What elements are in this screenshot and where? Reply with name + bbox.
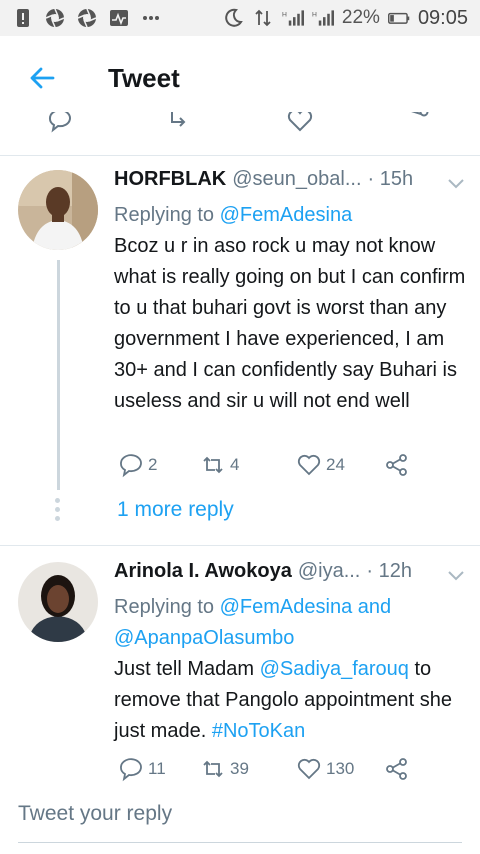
tweet-header: Arinola I. Awokoya @iya... · 12h bbox=[114, 560, 466, 590]
replying-to: Replying to @FemAdesina and @ApanpaOlasu… bbox=[114, 592, 468, 654]
divider bbox=[0, 545, 480, 546]
app-bar: Tweet bbox=[0, 36, 480, 120]
reply-icon bbox=[120, 758, 142, 782]
like-button[interactable]: 130 bbox=[296, 754, 354, 784]
battery-percentage: 22% bbox=[341, 7, 380, 28]
user-handle[interactable]: @iya... bbox=[298, 560, 361, 583]
share-button[interactable] bbox=[384, 450, 414, 480]
aperture-icon bbox=[76, 7, 98, 29]
tweet-actions: 11 39 130 bbox=[114, 754, 414, 784]
previous-tweet-actions bbox=[0, 112, 480, 154]
tweet-text-part: Just tell Madam bbox=[114, 658, 260, 680]
hashtag-link[interactable]: #NoToKan bbox=[212, 720, 305, 742]
retweet-icon bbox=[203, 760, 223, 778]
replying-to-label: Replying to bbox=[114, 204, 215, 226]
mention-link[interactable]: @FemAdesina and bbox=[220, 596, 392, 618]
tweet-actions: 2 4 24 bbox=[114, 450, 414, 480]
data-transfer-icon bbox=[252, 7, 274, 29]
reply-button[interactable]: 2 bbox=[118, 450, 157, 480]
back-button[interactable] bbox=[0, 36, 84, 120]
heart-icon bbox=[297, 758, 321, 780]
replying-to-label: Replying to bbox=[114, 596, 215, 618]
reply-icon bbox=[120, 454, 142, 478]
avatar[interactable] bbox=[18, 170, 98, 250]
activity-monitor-icon bbox=[108, 7, 130, 29]
tweet-text: Bcoz u r in aso rock u may not know what… bbox=[114, 235, 466, 412]
retweet-icon[interactable] bbox=[166, 112, 194, 134]
tweet-time: · 12h bbox=[366, 560, 412, 582]
reply-tweet[interactable]: Arinola I. Awokoya @iya... · 12h Replyin… bbox=[0, 560, 480, 790]
tweet-time: · 15h bbox=[367, 168, 414, 190]
page-title: Tweet bbox=[108, 62, 180, 93]
heart-icon[interactable] bbox=[286, 112, 314, 134]
aperture-icon bbox=[44, 7, 66, 29]
like-button[interactable]: 24 bbox=[296, 450, 345, 480]
reply-count: 11 bbox=[148, 759, 166, 778]
moon-icon bbox=[222, 7, 244, 29]
reply-composer[interactable]: Tweet your reply bbox=[0, 790, 480, 854]
tweet-text: Just tell Madam @Sadiya_farouq to remove… bbox=[114, 654, 468, 747]
tweet-header: HORFBLAK @seun_obal... · 15h bbox=[114, 168, 466, 198]
like-count: 24 bbox=[326, 455, 345, 474]
display-name[interactable]: Arinola I. Awokoya bbox=[114, 560, 292, 583]
like-count: 130 bbox=[326, 759, 355, 778]
chevron-down-icon[interactable] bbox=[446, 565, 466, 585]
reply-count: 2 bbox=[148, 455, 158, 474]
share-button[interactable] bbox=[384, 754, 414, 784]
replying-to: Replying to @FemAdesina bbox=[114, 200, 468, 231]
reply-button[interactable]: 11 bbox=[118, 754, 166, 784]
thread-line bbox=[57, 260, 60, 490]
thread-more-dots bbox=[55, 498, 61, 525]
status-bar: H H 22% 09:05 bbox=[0, 0, 480, 36]
retweet-icon bbox=[203, 456, 223, 474]
share-icon bbox=[386, 758, 407, 780]
mention-link[interactable]: @FemAdesina bbox=[220, 204, 353, 226]
battery-icon bbox=[387, 7, 410, 29]
avatar[interactable] bbox=[18, 562, 98, 642]
user-handle[interactable]: @seun_obal... bbox=[232, 168, 361, 191]
retweet-button[interactable]: 4 bbox=[200, 450, 239, 480]
heart-icon bbox=[297, 454, 321, 476]
signal-icon: H bbox=[282, 7, 304, 29]
mention-link[interactable]: @ApanpaOlasumbo bbox=[114, 627, 294, 649]
chevron-down-icon[interactable] bbox=[446, 173, 466, 193]
signal-icon: H bbox=[312, 7, 334, 29]
mention-link[interactable]: @Sadiya_farouq bbox=[260, 658, 409, 680]
more-notifications-icon bbox=[140, 7, 162, 29]
signal-label: H bbox=[282, 11, 287, 18]
reply-icon[interactable] bbox=[46, 112, 74, 134]
reply-input[interactable]: Tweet your reply bbox=[18, 802, 172, 826]
share-icon[interactable] bbox=[404, 112, 432, 134]
clock-time: 09:05 bbox=[417, 6, 468, 29]
alert-icon bbox=[12, 7, 34, 29]
signal-label: H bbox=[312, 11, 317, 18]
more-reply-link[interactable]: 1 more reply bbox=[117, 498, 234, 522]
share-icon bbox=[386, 454, 407, 476]
reply-tweet[interactable]: HORFBLAK @seun_obal... · 15h Replying to… bbox=[0, 168, 480, 544]
retweet-count: 4 bbox=[230, 455, 240, 474]
divider bbox=[0, 155, 480, 156]
arrow-left-icon bbox=[30, 67, 55, 89]
retweet-count: 39 bbox=[230, 759, 249, 778]
retweet-button[interactable]: 39 bbox=[200, 754, 249, 784]
display-name[interactable]: HORFBLAK bbox=[114, 168, 226, 191]
input-underline bbox=[18, 842, 462, 843]
